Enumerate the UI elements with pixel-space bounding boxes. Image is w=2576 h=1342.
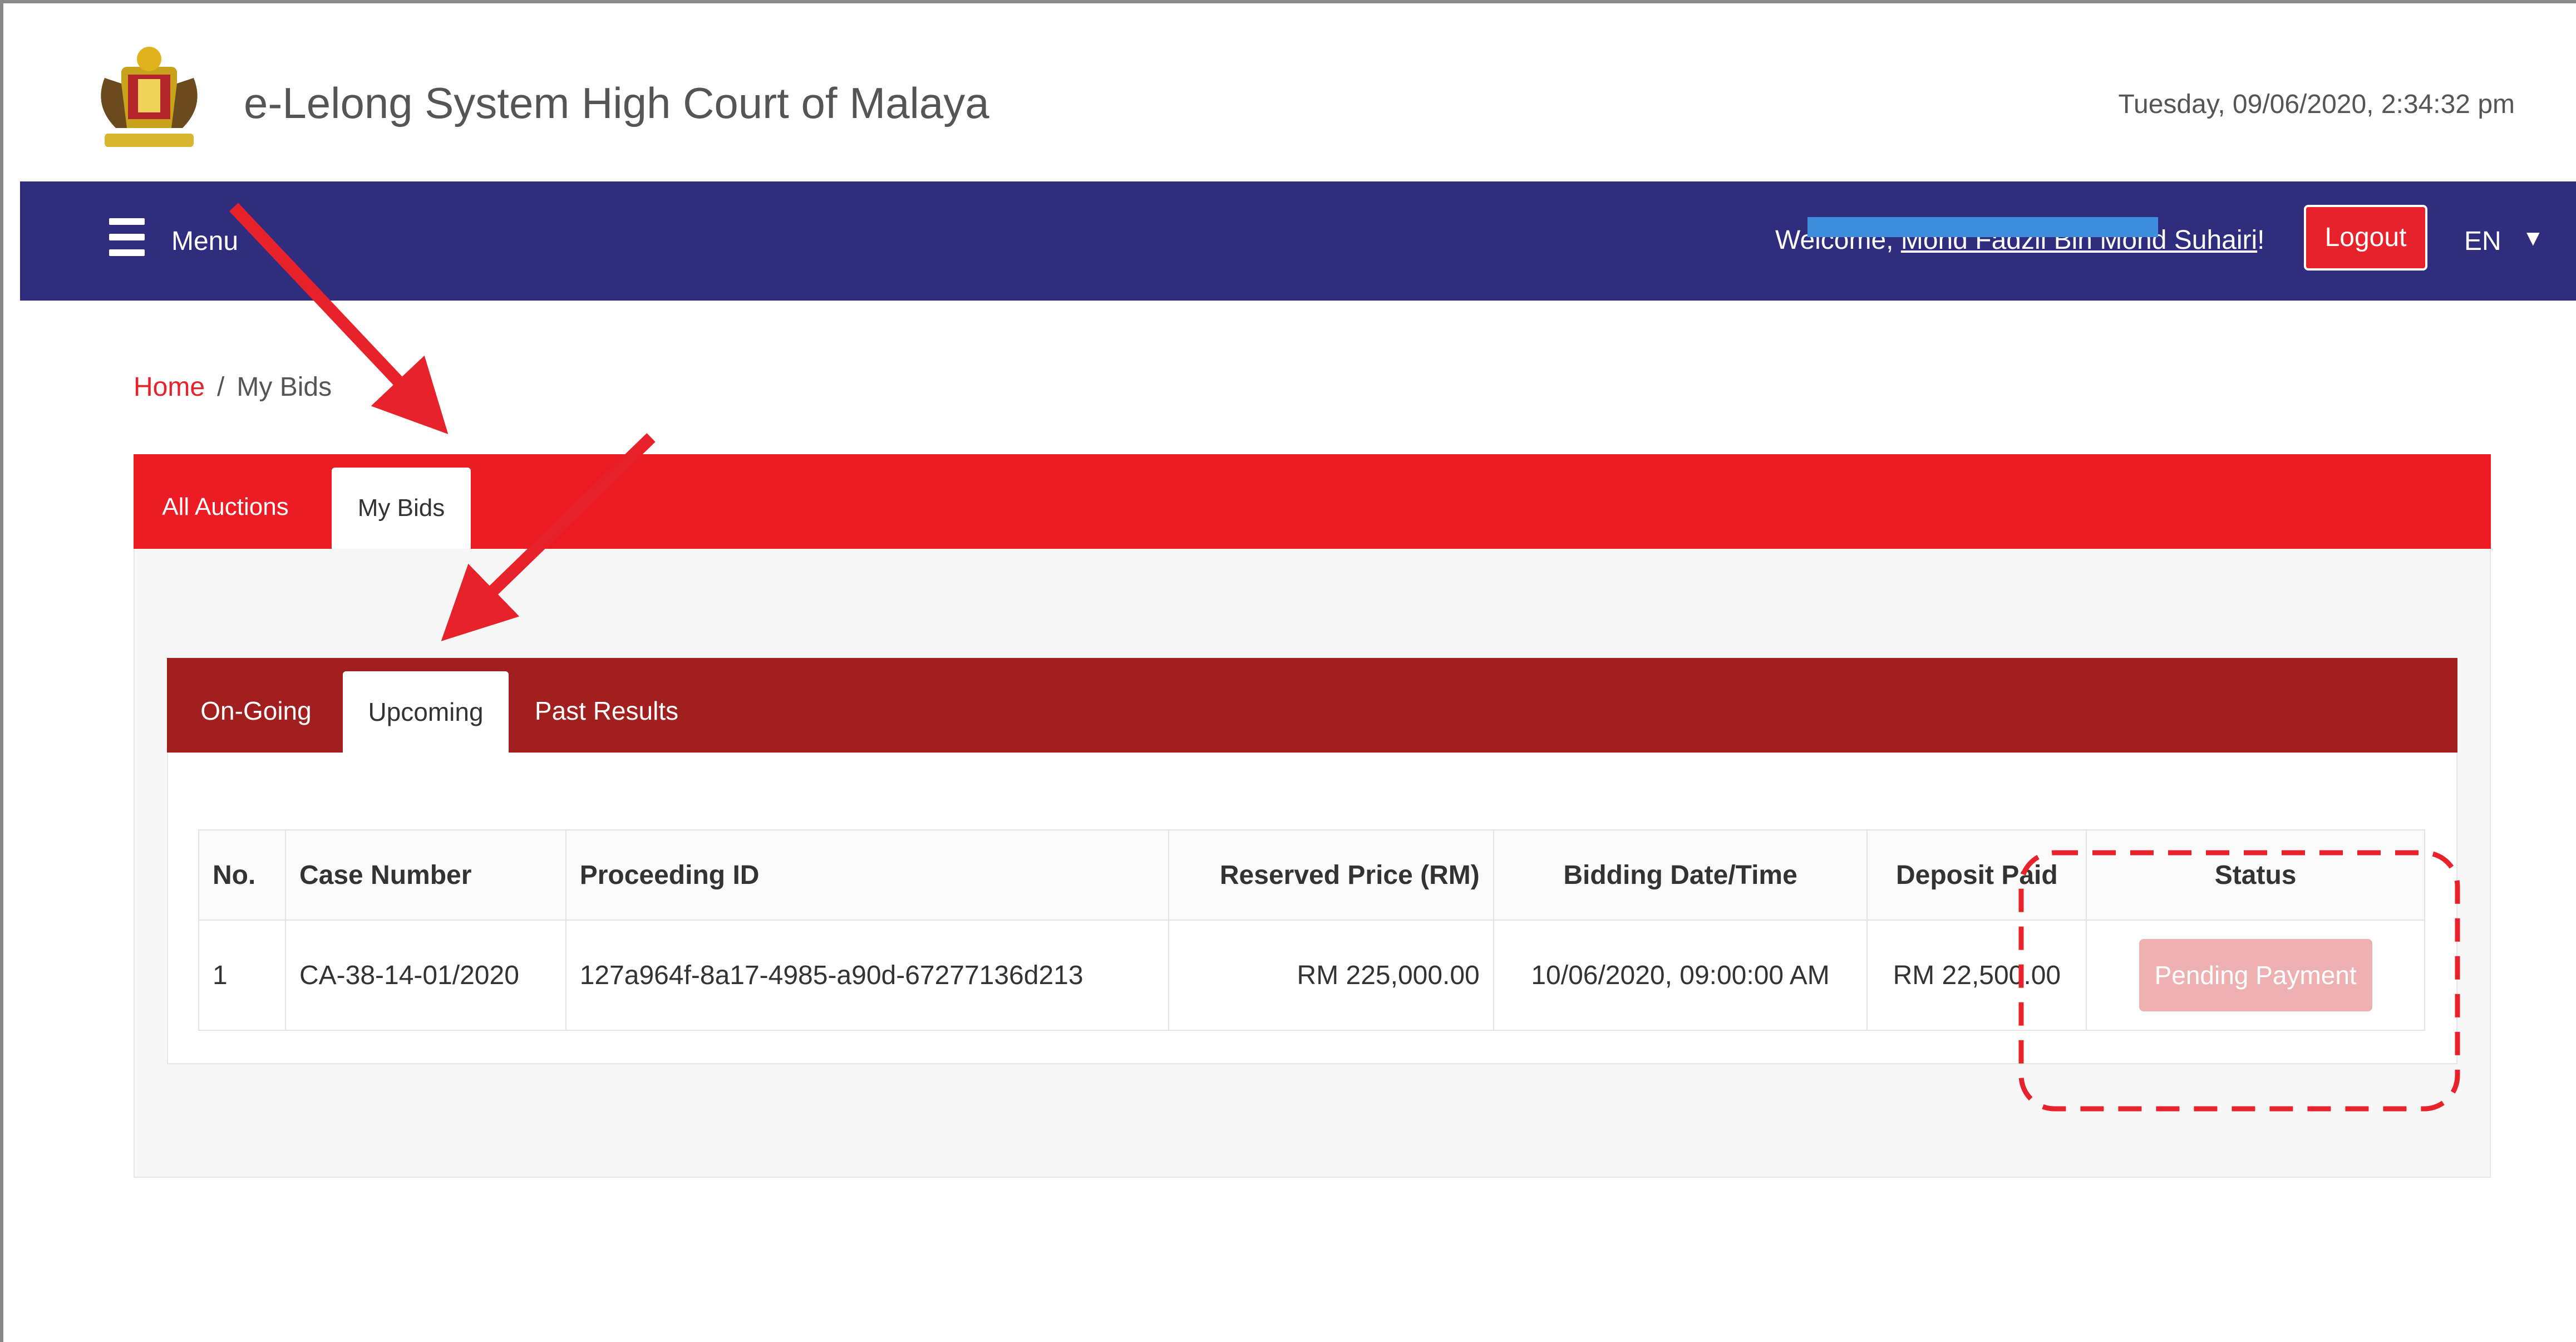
bids-table-wrapper: No. Case Number Proceeding ID Reserved P… (198, 829, 2425, 1031)
tab-all-auctions[interactable]: All Auctions (150, 454, 301, 549)
cell-deposit-paid: RM 22,500.00 (1866, 920, 2087, 1031)
tab-past-results[interactable]: Past Results (534, 658, 679, 753)
cell-status: Pending Payment (2086, 920, 2425, 1031)
table-header-row: No. Case Number Proceeding ID Reserved P… (198, 829, 2425, 921)
breadcrumb: Home / My Bids (134, 372, 332, 402)
breadcrumb-current: My Bids (237, 372, 332, 402)
column-header-case-number: Case Number (284, 829, 567, 921)
welcome-suffix: ! (2257, 225, 2265, 255)
cell-bidding-datetime: 10/06/2020, 09:00:00 AM (1493, 920, 1868, 1031)
app-title: e-Lelong System High Court of Malaya (244, 78, 989, 127)
breadcrumb-home-link[interactable]: Home (134, 372, 205, 402)
malaysia-crest-logo (101, 47, 198, 147)
column-header-proceeding-id: Proceeding ID (565, 829, 1170, 921)
bids-status-tab-bar: On-Going Upcoming Past Results (167, 658, 2457, 753)
language-selector[interactable]: EN (2464, 226, 2501, 257)
caret-down-icon[interactable]: ▼ (2522, 226, 2544, 251)
cell-case-number: CA-38-14-01/2020 (284, 920, 567, 1031)
table-row: 1 CA-38-14-01/2020 127a964f-8a17-4985-a9… (198, 920, 2425, 1031)
hamburger-menu-icon[interactable] (109, 218, 145, 257)
breadcrumb-separator: / (217, 372, 225, 402)
main-navbar: Menu Welcome, Mohd Fadzil Bin Mohd Suhai… (20, 181, 2576, 301)
tab-on-going[interactable]: On-Going (200, 658, 312, 753)
current-datetime: Tuesday, 09/06/2020, 2:34:32 pm (2118, 90, 2515, 119)
column-header-no: No. (198, 829, 286, 921)
pending-payment-button[interactable]: Pending Payment (2139, 939, 2372, 1011)
redaction-bar (1807, 217, 2158, 237)
cell-reserved-price: RM 225,000.00 (1168, 920, 1494, 1031)
auctions-tab-bar: All Auctions My Bids (134, 454, 2491, 549)
column-header-reserved-price: Reserved Price (RM) (1168, 829, 1494, 921)
column-header-status: Status (2086, 829, 2425, 921)
cell-proceeding-id: 127a964f-8a17-4985-a90d-67277136d213 (565, 920, 1170, 1031)
logout-button[interactable]: Logout (2304, 205, 2427, 271)
cell-no: 1 (198, 920, 286, 1031)
tab-my-bids[interactable]: My Bids (332, 468, 471, 549)
tab-upcoming[interactable]: Upcoming (343, 671, 509, 753)
column-header-bidding-datetime: Bidding Date/Time (1493, 829, 1868, 921)
column-header-deposit-paid: Deposit Paid (1866, 829, 2087, 921)
bids-table: No. Case Number Proceeding ID Reserved P… (198, 829, 2425, 1031)
menu-label[interactable]: Menu (171, 226, 238, 257)
